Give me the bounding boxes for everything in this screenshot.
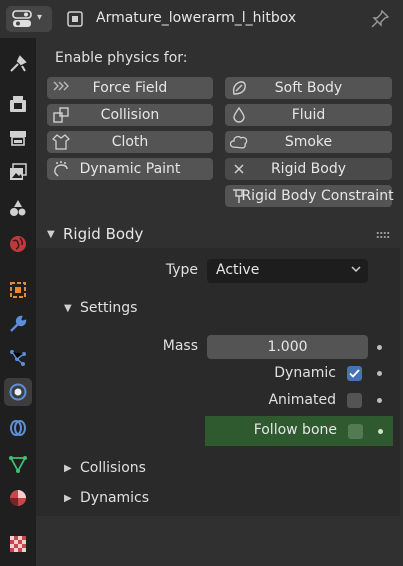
rigid-body-constraint-icon bbox=[233, 189, 245, 203]
editor-type-button[interactable]: ▾ bbox=[6, 6, 52, 32]
type-select[interactable]: Active bbox=[207, 259, 368, 283]
animated-checkbox[interactable] bbox=[347, 393, 362, 408]
tab-physics[interactable] bbox=[4, 378, 32, 406]
material-icon bbox=[10, 490, 26, 506]
object-name: Armature_lowerarm_l_hitbox bbox=[96, 10, 297, 26]
collisions-title: Collisions bbox=[80, 460, 146, 476]
physics-icon bbox=[9, 383, 27, 401]
dynamic-paint-icon bbox=[54, 161, 68, 177]
cloth-icon bbox=[52, 134, 70, 150]
tab-texture[interactable] bbox=[4, 530, 32, 558]
tab-render[interactable] bbox=[4, 90, 32, 118]
expand-right-icon: ▶ bbox=[64, 463, 72, 474]
tab-world[interactable] bbox=[4, 230, 32, 258]
rigid-body-constraint-button[interactable]: Rigid Body Constraint bbox=[225, 185, 394, 207]
tool-icon bbox=[10, 55, 27, 72]
view-layer-icon bbox=[10, 163, 27, 180]
dynamic-checkbox[interactable] bbox=[347, 366, 362, 381]
tab-view-layer[interactable] bbox=[4, 158, 32, 186]
cloth-label: Cloth bbox=[111, 134, 149, 150]
tab-constraints[interactable] bbox=[4, 414, 32, 442]
force-field-icon bbox=[53, 81, 69, 91]
rigid-body-panel-title: Rigid Body bbox=[63, 225, 144, 243]
mass-label: Mass bbox=[162, 338, 198, 354]
mass-field[interactable]: 1.000 bbox=[207, 335, 368, 359]
tab-object[interactable] bbox=[4, 276, 32, 304]
rigid-body-label: Rigid Body bbox=[270, 161, 347, 177]
type-label: Type bbox=[165, 262, 198, 278]
follow-bone-row: Follow bone bbox=[205, 416, 393, 446]
texture-icon bbox=[10, 536, 26, 552]
pin-icon[interactable] bbox=[370, 9, 390, 29]
tab-modifiers[interactable] bbox=[4, 310, 32, 338]
type-value: Active bbox=[216, 262, 260, 278]
chevron-down-icon bbox=[351, 266, 361, 273]
soft-body-icon bbox=[232, 81, 246, 95]
collision-icon bbox=[53, 107, 69, 123]
force-field-button[interactable]: Force Field bbox=[47, 77, 213, 99]
smoke-label: Smoke bbox=[284, 134, 333, 150]
expand-right-icon: ▶ bbox=[64, 493, 72, 504]
fluid-icon bbox=[233, 106, 245, 123]
tab-tool[interactable] bbox=[4, 50, 32, 78]
dynamic-paint-label: Dynamic Paint bbox=[79, 161, 181, 177]
constraints-icon bbox=[10, 420, 26, 436]
object-data-mesh-icon bbox=[9, 456, 27, 473]
scene-icon bbox=[10, 200, 26, 216]
modifier-icon bbox=[10, 315, 27, 332]
dynamic-label: Dynamic bbox=[274, 365, 336, 381]
settings-title: Settings bbox=[80, 300, 138, 316]
drag-grip-icon[interactable] bbox=[376, 231, 390, 239]
keyframe-dot-icon[interactable] bbox=[378, 429, 383, 434]
collisions-subpanel-header[interactable]: ▶ Collisions bbox=[64, 460, 264, 480]
follow-bone-checkbox[interactable] bbox=[348, 424, 363, 439]
settings-subpanel-header[interactable]: ▼ Settings bbox=[64, 300, 264, 320]
soft-body-label: Soft Body bbox=[274, 80, 343, 96]
enable-physics-label: Enable physics for: bbox=[55, 50, 188, 66]
animated-label: Animated bbox=[268, 392, 336, 408]
render-icon bbox=[10, 96, 26, 112]
rigid-body-constraint-label: Rigid Body Constraint bbox=[241, 188, 394, 204]
collision-button[interactable]: Collision bbox=[47, 104, 213, 126]
tab-scene[interactable] bbox=[4, 194, 32, 222]
keyframe-dot-icon[interactable] bbox=[377, 345, 382, 350]
chevron-down-icon: ▾ bbox=[37, 12, 43, 23]
output-icon bbox=[10, 131, 26, 146]
fluid-label: Fluid bbox=[291, 107, 326, 123]
expand-down-icon: ▼ bbox=[47, 229, 55, 240]
tab-material[interactable] bbox=[4, 484, 32, 512]
dynamics-subpanel-header[interactable]: ▶ Dynamics bbox=[64, 490, 264, 510]
dynamics-title: Dynamics bbox=[80, 490, 150, 506]
tab-particles[interactable] bbox=[4, 344, 32, 372]
tab-output[interactable] bbox=[4, 124, 32, 152]
smoke-icon bbox=[230, 136, 248, 149]
particles-icon bbox=[10, 350, 26, 366]
force-field-label: Force Field bbox=[92, 80, 168, 96]
rigid-body-panel-header[interactable]: ▼ Rigid Body bbox=[36, 222, 400, 248]
fluid-button[interactable]: Fluid bbox=[225, 104, 392, 126]
keyframe-dot-icon[interactable] bbox=[377, 398, 382, 403]
close-icon bbox=[234, 164, 244, 174]
object-icon bbox=[10, 282, 26, 298]
object-data-icon bbox=[67, 11, 83, 27]
properties-tabs bbox=[0, 38, 36, 566]
keyframe-dot-icon[interactable] bbox=[377, 371, 382, 376]
rigid-body-button[interactable]: Rigid Body bbox=[225, 158, 392, 180]
soft-body-button[interactable]: Soft Body bbox=[225, 77, 392, 99]
expand-down-icon: ▼ bbox=[64, 303, 72, 314]
properties-header: ▾ Armature_lowerarm_l_hitbox bbox=[0, 0, 403, 38]
editor-type-icon bbox=[12, 10, 32, 27]
follow-bone-label: Follow bone bbox=[253, 422, 337, 438]
smoke-button[interactable]: Smoke bbox=[225, 131, 392, 153]
checkmark-icon bbox=[349, 369, 360, 378]
collision-label: Collision bbox=[100, 107, 160, 123]
dynamic-paint-button[interactable]: Dynamic Paint bbox=[47, 158, 213, 180]
cloth-button[interactable]: Cloth bbox=[47, 131, 213, 153]
world-icon bbox=[10, 236, 26, 252]
tab-object-data[interactable] bbox=[4, 450, 32, 478]
